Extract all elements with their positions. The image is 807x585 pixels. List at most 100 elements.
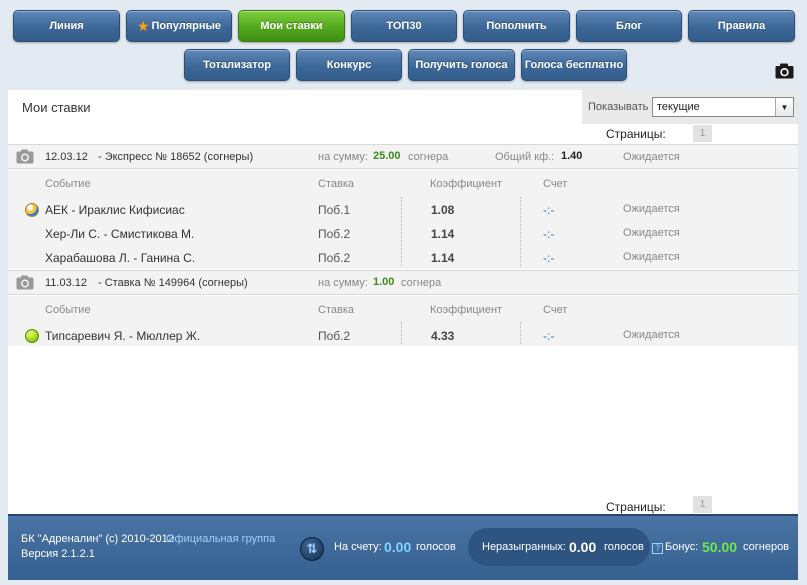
balance-unit: голосов <box>416 541 456 553</box>
col-score-header: Счет <box>543 304 568 316</box>
bonus-label: Бонус: <box>665 541 699 553</box>
bet-title: - Ставка № 149964 (согнеры) <box>98 277 248 289</box>
filter-label: Показывать <box>588 101 649 113</box>
nav-top30-button[interactable]: ТОП30 <box>351 10 457 42</box>
page-number[interactable]: 1 <box>693 125 712 142</box>
nav-label: Блог <box>615 20 643 32</box>
balance-icon: ⇅ <box>300 537 324 561</box>
unplayed-box: Неразыгранных: 0.00 голосов <box>468 528 650 566</box>
nav-label: Получить голоса <box>415 59 508 71</box>
nav-label: Тотализатор <box>203 59 271 71</box>
event-name: Типсаревич Я. - Мюллер Ж. <box>45 329 201 343</box>
nav-label: Конкурс <box>326 59 372 71</box>
bet-status: Ожидается <box>623 151 680 163</box>
camera-icon[interactable] <box>16 275 34 290</box>
nav-label: Правила <box>717 20 766 32</box>
filter-value: текущие <box>657 101 700 113</box>
bet-date: 12.03.12 <box>45 151 88 163</box>
balance-label: На счету: <box>334 541 382 553</box>
bet-sum-unit: согнера <box>408 151 449 163</box>
nav-totalizator-button[interactable]: Тотализатор <box>184 49 290 81</box>
event-stake: Поб.1 <box>318 203 351 217</box>
nav-deposit-button[interactable]: Пополнить <box>463 10 570 42</box>
column-divider <box>401 322 402 344</box>
bet-sum-unit: согнера <box>401 277 442 289</box>
star-icon: ★ <box>136 17 150 34</box>
official-group-link[interactable]: Официальная группа <box>166 533 275 545</box>
col-score-header: Счет <box>543 178 568 190</box>
event-stake: Поб.2 <box>318 251 351 265</box>
balance-value: 0.00 <box>384 539 412 555</box>
event-coef: 1.14 <box>431 227 455 241</box>
event-status: Ожидается <box>623 329 680 341</box>
nav-free-votes-button[interactable]: Голоса бесплатно <box>521 49 627 81</box>
bet-title: - Экспресс № 18652 (согнеры) <box>98 151 254 163</box>
col-event-header: Событие <box>45 304 91 316</box>
pages-label: Страницы: <box>606 127 666 141</box>
bet-date: 11.03.12 <box>45 277 88 289</box>
event-status: Ожидается <box>623 251 680 263</box>
tennis-ball-icon <box>25 329 39 343</box>
nav-rules-button[interactable]: Правила <box>688 10 795 42</box>
event-name: Харабашова Л. - Ганина С. <box>45 251 196 265</box>
event-name: Хер-Ли С. - Смистикова М. <box>45 227 195 241</box>
page-number[interactable]: 1 <box>693 496 712 513</box>
event-score: -:- <box>543 329 555 343</box>
version: Версия 2.1.2.1 <box>21 548 95 560</box>
help-icon[interactable]: ? <box>652 543 663 554</box>
nav-label: Мои ставки <box>260 20 323 32</box>
filter-select[interactable]: текущие ▼ <box>652 97 794 117</box>
event-status: Ожидается <box>623 203 680 215</box>
footer: БК "Адреналин" (c) 2010-2012 Официальная… <box>8 514 798 580</box>
my-bets-panel: Мои ставки Показывать текущие ▼ Страницы… <box>8 90 798 514</box>
nav-label: Популярные <box>151 20 222 32</box>
column-divider <box>520 197 521 267</box>
bet-sum-label: на сумму: <box>318 151 368 163</box>
bet-sum-label: на сумму: <box>318 277 368 289</box>
bet-sum-value: 25.00 <box>373 150 401 162</box>
nav-my-bets-button[interactable]: Мои ставки <box>238 10 345 42</box>
bet-header: 11.03.12 - Ставка № 149964 (согнеры) на … <box>8 270 798 295</box>
bonus-unit: согнеров <box>743 541 790 553</box>
column-divider <box>401 197 402 267</box>
copyright: БК "Адреналин" (c) 2010-2012 <box>21 533 174 545</box>
camera-icon[interactable] <box>775 63 794 79</box>
camera-icon[interactable] <box>16 149 34 164</box>
event-name: АЕК - Ираклис Кифисиас <box>45 203 185 217</box>
unplayed-label: Неразыгранных: <box>482 541 566 553</box>
secondary-nav: Тотализатор Конкурс Получить голоса Голо… <box>184 49 627 81</box>
filter-bar: Показывать текущие ▼ <box>582 90 798 124</box>
nav-blog-button[interactable]: Блог <box>576 10 682 42</box>
event-score: -:- <box>543 203 555 217</box>
main-nav: Линия ★ Популярные Мои ставки ТОП30 Попол… <box>13 10 795 42</box>
page-title: Мои ставки <box>22 100 91 115</box>
col-stake-header: Ставка <box>318 178 354 190</box>
nav-label: ТОП30 <box>386 20 422 32</box>
nav-label: Линия <box>49 20 84 32</box>
event-coef: 4.33 <box>431 329 455 343</box>
event-score: -:- <box>543 227 555 241</box>
col-coef-header: Коэффициент <box>430 304 503 316</box>
event-stake: Поб.2 <box>318 329 351 343</box>
event-stake: Поб.2 <box>318 227 351 241</box>
event-score: -:- <box>543 251 555 265</box>
event-status: Ожидается <box>623 227 680 239</box>
nav-popular-button[interactable]: ★ Популярные <box>126 10 232 42</box>
chevron-down-icon[interactable]: ▼ <box>775 98 793 116</box>
bet-total-value: 1.40 <box>561 150 583 162</box>
col-coef-header: Коэффициент <box>430 178 503 190</box>
nav-label: Пополнить <box>486 20 547 32</box>
column-divider <box>520 322 521 344</box>
bet-header: 12.03.12 - Экспресс № 18652 (согнеры) на… <box>8 144 798 169</box>
nav-contest-button[interactable]: Конкурс <box>296 49 402 81</box>
nav-line-button[interactable]: Линия <box>13 10 120 42</box>
event-coef: 1.08 <box>431 203 455 217</box>
unplayed-value: 0.00 <box>569 539 597 555</box>
nav-label: Голоса бесплатно <box>524 59 624 71</box>
bonus-value: 50.00 <box>702 539 738 555</box>
event-coef: 1.14 <box>431 251 455 265</box>
nav-get-votes-button[interactable]: Получить голоса <box>408 49 515 81</box>
bet-events: Событие Ставка Коэффициент Счет Типсарев… <box>8 296 798 346</box>
col-event-header: Событие <box>45 178 91 190</box>
bet-sum-value: 1.00 <box>373 276 395 288</box>
